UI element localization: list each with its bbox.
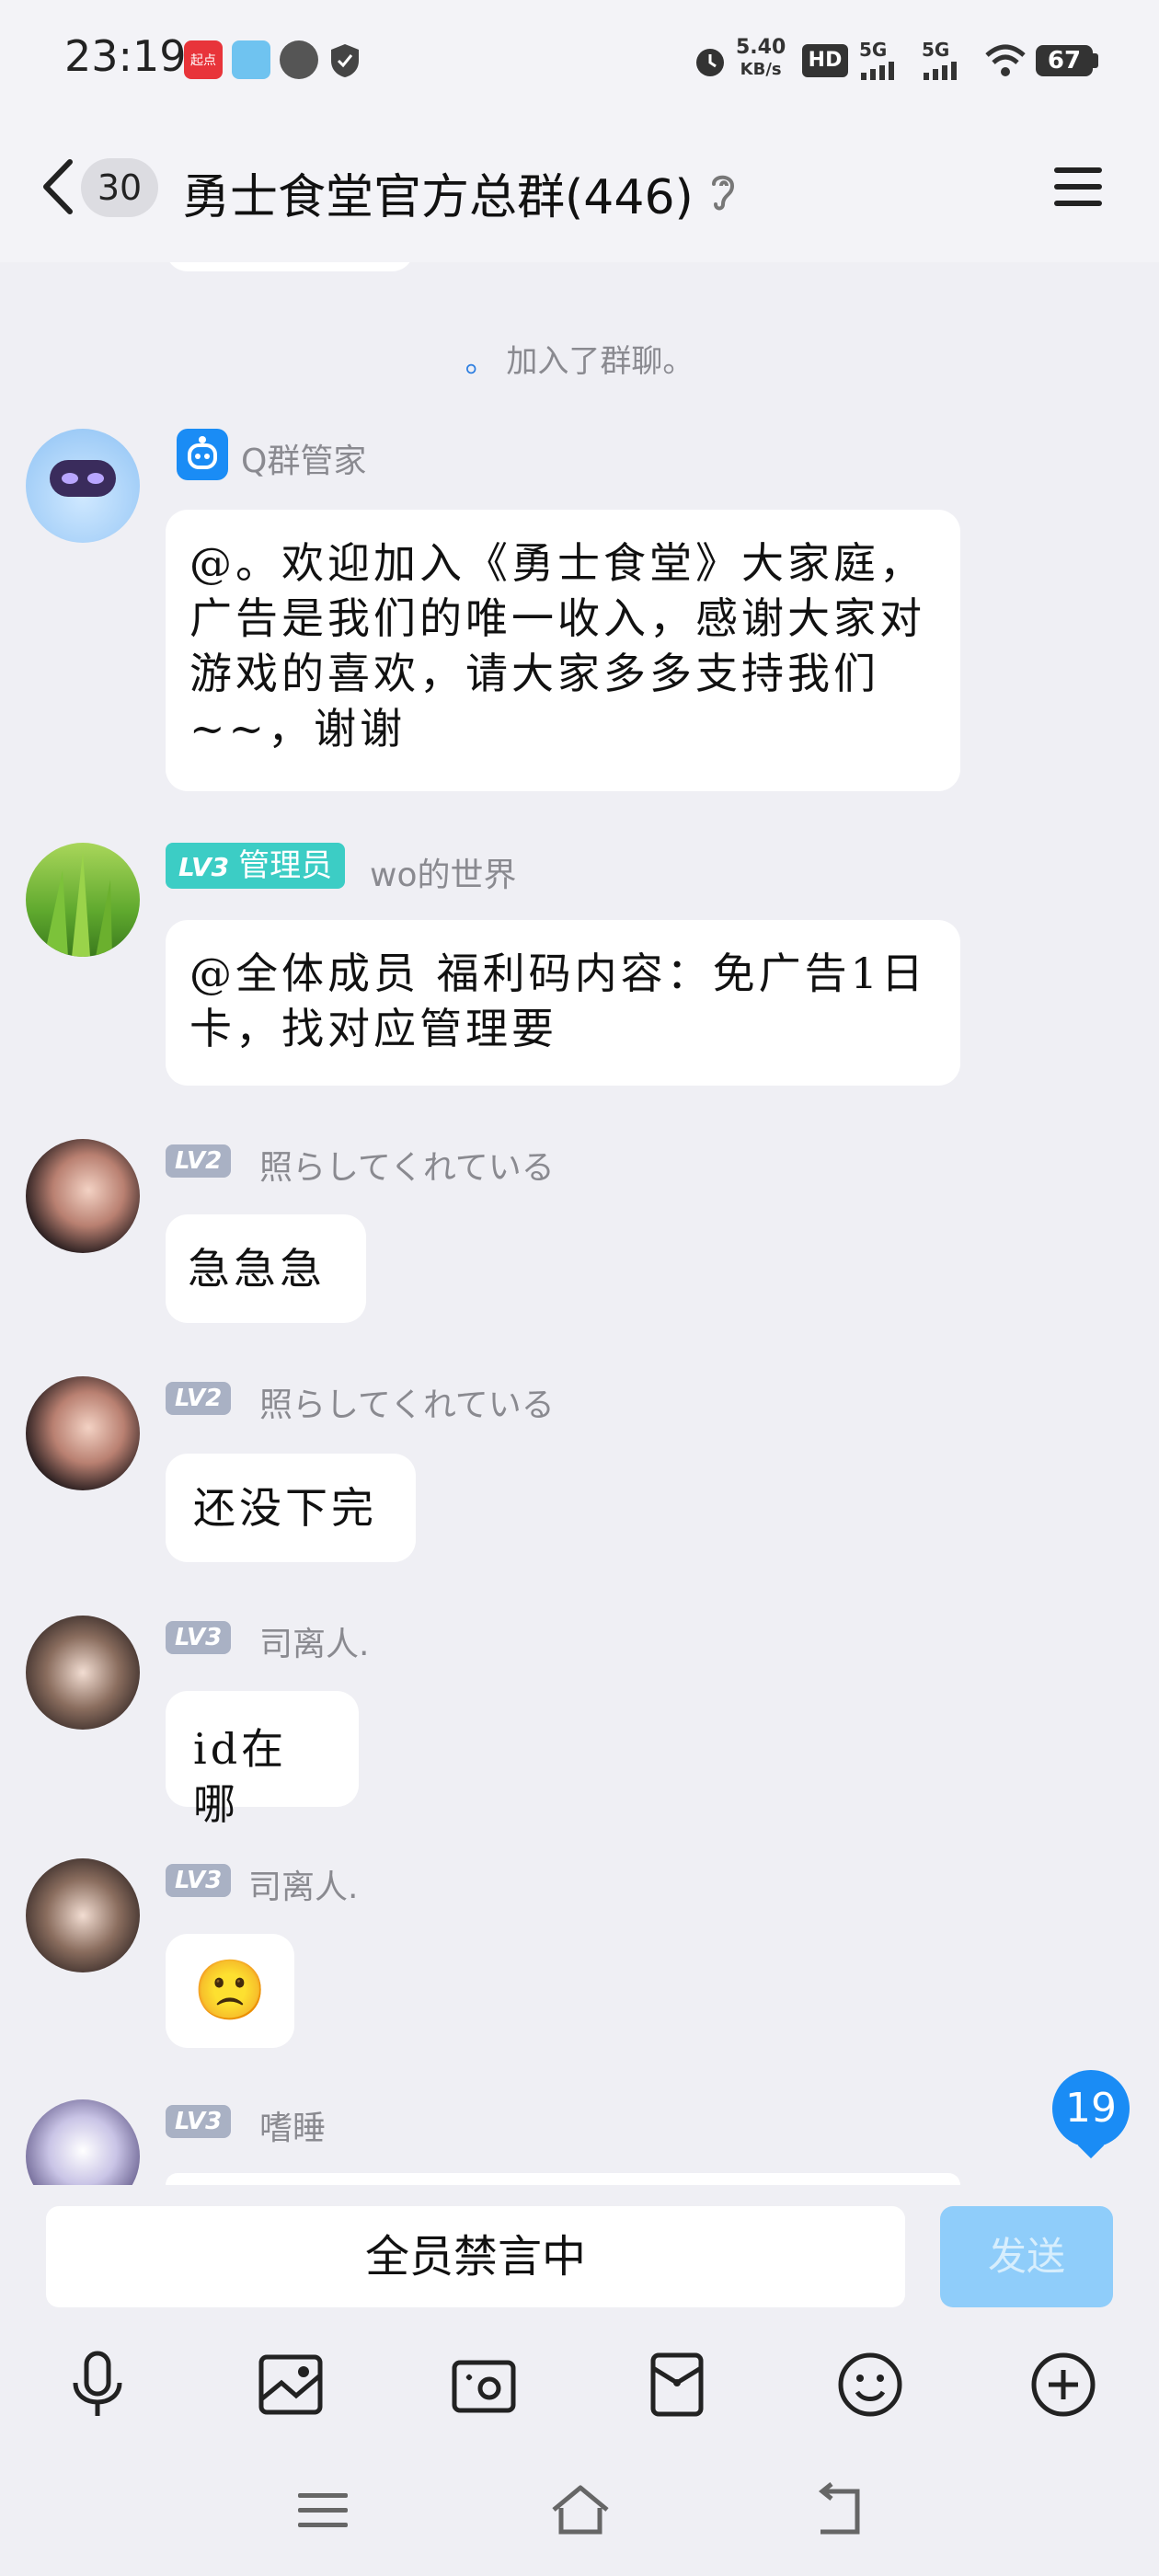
admin-badge: LV3 管理员	[166, 843, 346, 889]
app-notification-icon	[232, 40, 270, 79]
sim2-label: 5G	[922, 39, 950, 61]
nav-home-icon[interactable]	[548, 2478, 613, 2543]
role-label: 管理员	[238, 847, 333, 884]
status-time: 23:19	[64, 31, 187, 81]
network-speed: 5.40 KB/s	[736, 37, 786, 81]
send-button[interactable]: 发送	[940, 2206, 1113, 2307]
bot-icon	[177, 429, 228, 480]
sender-name[interactable]: 司离人.	[259, 1617, 369, 1665]
unread-count-badge[interactable]: 30	[81, 158, 158, 217]
system-message-user[interactable]: 。	[465, 343, 497, 380]
avatar[interactable]	[26, 1139, 140, 1253]
message-text: 急急急	[188, 1244, 326, 1294]
system-message: 。 加入了群聊。	[0, 336, 1159, 381]
network-speed-value: 5.40	[736, 36, 786, 59]
wifi-icon	[984, 42, 1027, 79]
hd-icon: HD	[802, 44, 848, 77]
back-arrow-icon[interactable]	[33, 155, 88, 219]
message-bubble[interactable]: @。欢迎加入《勇士食堂》大家庭，广告是我们的唯一收入，感谢大家对游戏的喜欢，请大…	[166, 510, 960, 791]
microphone-icon[interactable]	[61, 2348, 134, 2421]
avatar[interactable]	[26, 1858, 140, 1972]
message-bubble[interactable]: 急急急	[166, 1214, 366, 1323]
shield-icon	[329, 42, 361, 79]
signal-icon: 5G	[859, 40, 905, 81]
image-icon[interactable]	[254, 2348, 327, 2421]
hd-label: HD	[808, 49, 843, 72]
avatar[interactable]	[26, 843, 140, 957]
message-text: 还没下完	[193, 1483, 377, 1533]
battery-level: 67	[1047, 47, 1082, 75]
level-badge: LV2	[166, 1382, 232, 1415]
nav-menu-icon[interactable]	[291, 2478, 355, 2543]
message-bubble-partial	[166, 262, 414, 271]
sender-name[interactable]: 嗜睡	[259, 2101, 326, 2149]
level-badge: LV3	[166, 1621, 232, 1654]
battery-tip	[1093, 53, 1098, 68]
nav-back-icon[interactable]	[806, 2478, 870, 2543]
message-bubble[interactable]: 还没下完	[166, 1454, 416, 1562]
message-text: @全体成员 福利码内容：免广告1日卡，找对应管理要	[189, 949, 927, 1053]
level-badge: LV3	[166, 1864, 232, 1897]
system-message-text: 加入了群聊。	[506, 343, 694, 380]
level-label: LV3	[178, 852, 230, 882]
message-bubble[interactable]: id在哪	[166, 1691, 359, 1829]
sender-name[interactable]: Q群管家	[241, 434, 366, 482]
input-toolbar	[0, 2314, 1159, 2452]
new-messages-badge[interactable]: 19	[1052, 2070, 1130, 2147]
level-badge: LV2	[166, 1144, 232, 1178]
signal-icon: 5G	[922, 40, 968, 81]
message-text: id在哪	[193, 1724, 288, 1829]
message-bubble[interactable]: 🙁	[166, 1934, 294, 2048]
sender-name[interactable]: wo的世界	[370, 848, 516, 896]
sender-name[interactable]: 照らしてくれている	[259, 1378, 555, 1426]
sender-name[interactable]: 司离人.	[248, 1860, 358, 1908]
sender-name[interactable]: 照らしてくれている	[259, 1141, 555, 1189]
alarm-icon	[692, 42, 729, 79]
app-notification-icon	[280, 40, 318, 79]
network-speed-unit: KB/s	[740, 60, 782, 79]
avatar[interactable]	[26, 1616, 140, 1730]
plus-icon[interactable]	[1027, 2348, 1100, 2421]
page-title[interactable]: 勇士食堂官方总群(446)	[182, 158, 694, 227]
menu-icon[interactable]	[1052, 164, 1104, 210]
emoji-icon[interactable]	[833, 2348, 907, 2421]
message-text: @。欢迎加入《勇士食堂》大家庭，广告是我们的唯一收入，感谢大家对游戏的喜欢，请大…	[189, 538, 925, 753]
level-badge: LV3	[166, 2105, 232, 2138]
emoji-message: 🙁	[193, 1957, 267, 2025]
avatar[interactable]	[26, 429, 140, 543]
red-packet-icon[interactable]	[640, 2348, 714, 2421]
avatar[interactable]	[26, 1376, 140, 1490]
message-bubble[interactable]: @全体成员 福利码内容：免广告1日卡，找对应管理要	[166, 920, 960, 1086]
app-notification-icon: 起点	[184, 40, 223, 79]
battery-icon: 67	[1036, 45, 1093, 76]
camera-icon[interactable]	[447, 2348, 521, 2421]
app-notification-label: 起点	[190, 53, 216, 68]
sim1-label: 5G	[859, 39, 888, 61]
message-bubble-partial[interactable]	[166, 2173, 960, 2185]
message-input[interactable]: 全员禁言中	[46, 2206, 905, 2307]
ear-icon[interactable]	[705, 167, 741, 213]
